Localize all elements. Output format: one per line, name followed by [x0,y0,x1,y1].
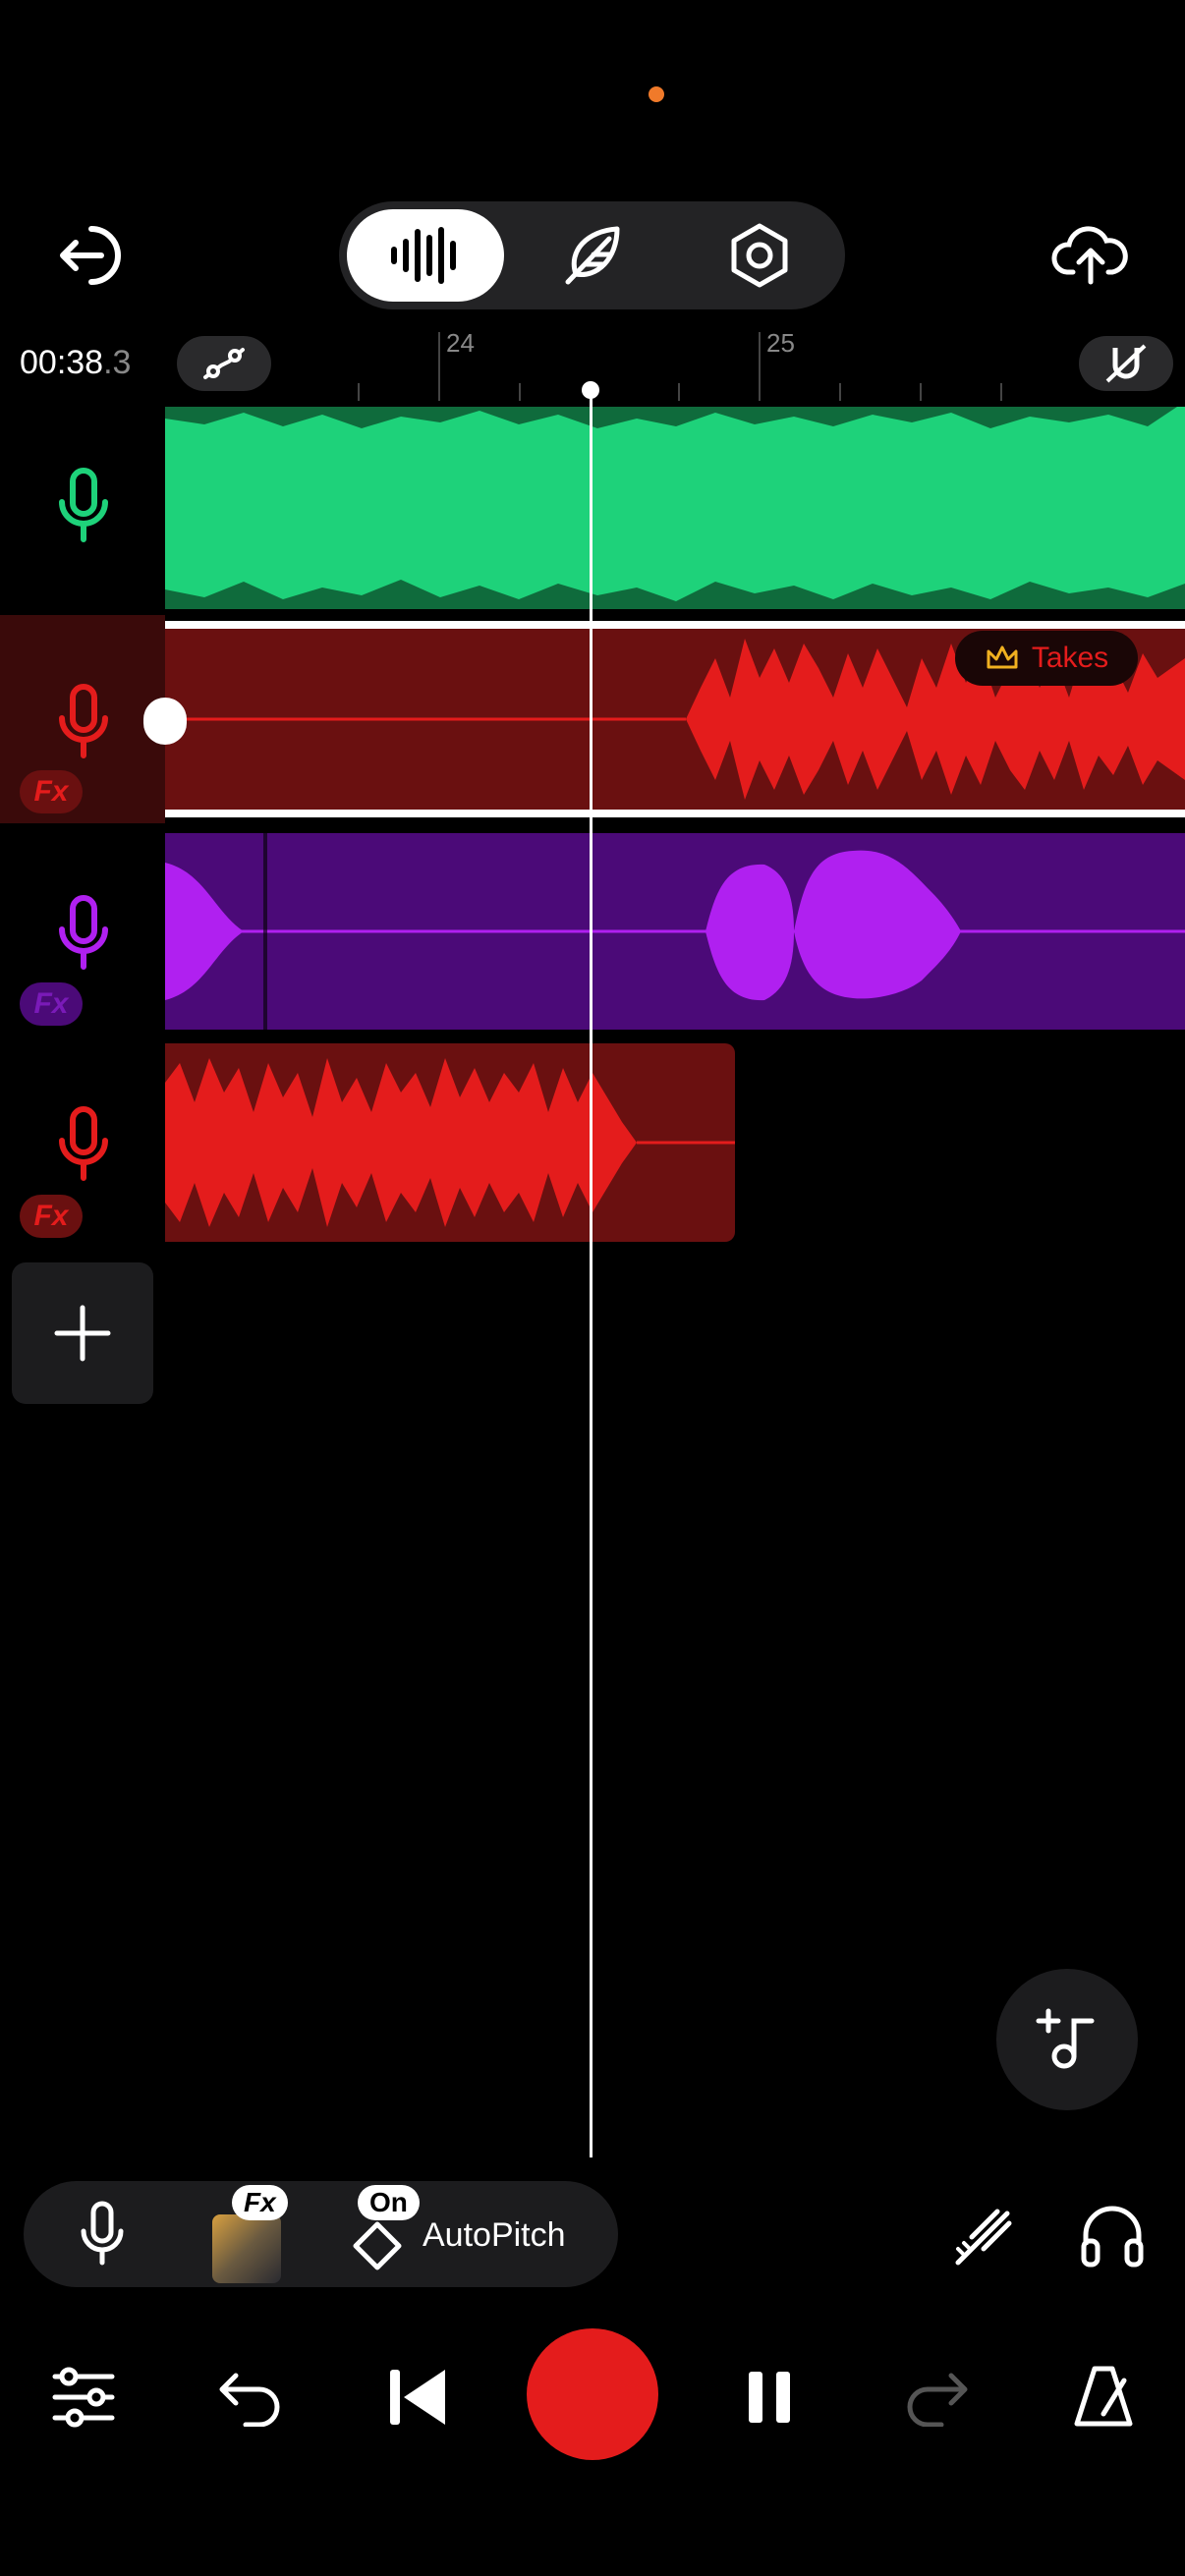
autopitch-button[interactable]: On AutoPitch [348,2181,613,2287]
ruler-tick [358,383,360,401]
ruler-label-24: 24 [446,328,475,358]
timeline-ruler[interactable]: 24 25 [295,324,1081,403]
track-2-clip[interactable]: Takes [143,621,1185,817]
track-3-waveform [165,833,1185,1030]
mic-icon [59,1106,108,1181]
record-button[interactable] [527,2328,658,2460]
track-4-fx-badge[interactable]: Fx [20,1195,83,1238]
ruler-tick [839,383,841,401]
ruler-tick-major [438,332,440,401]
track-1-mic-button[interactable] [39,462,128,550]
cloud-upload-icon [1051,226,1128,285]
ruler-label-25: 25 [766,328,795,358]
redo-button[interactable] [892,2353,981,2441]
track-3-mic-button[interactable] [39,889,128,978]
recording-indicator-dot [649,86,664,102]
autopitch-label: AutoPitch [423,2216,566,2254]
add-track-button[interactable] [12,1262,153,1404]
ruler-tick [1000,383,1002,401]
track-2-fx-badge[interactable]: Fx [20,770,83,813]
ruler-tick [920,383,922,401]
autopitch-on-badge: On [358,2185,420,2220]
time-display: 00:38.3 [20,344,131,382]
ruler-tick [678,383,680,401]
pause-button[interactable] [725,2353,814,2441]
add-music-button[interactable] [996,1969,1138,2110]
time-fraction: .3 [103,344,132,381]
mic-icon [59,468,108,542]
metronome-icon [1074,2366,1133,2427]
mic-icon [59,684,108,758]
skip-back-icon [390,2370,445,2425]
tuner-button[interactable] [943,2195,1026,2277]
track-2-mic-button[interactable] [39,678,128,766]
track-1-clip[interactable] [165,407,1185,609]
takes-button[interactable]: Takes [955,631,1138,686]
node-curve-icon [203,348,245,379]
track-3-clip[interactable] [165,833,1185,1030]
exit-button[interactable] [54,221,133,290]
snap-toggle-button[interactable] [1079,336,1173,391]
tuning-fork-icon [955,2209,1012,2266]
headphones-icon [1081,2206,1144,2268]
exit-icon [60,226,121,285]
undo-button[interactable] [206,2353,295,2441]
plus-icon [54,1305,111,1362]
fx-preset-thumbnail[interactable] [212,2214,281,2283]
tab-lyrics[interactable] [514,209,671,302]
mic-icon [81,2201,124,2266]
tab-waveform[interactable] [347,209,504,302]
time-main: 00:38 [20,344,104,381]
magnet-off-icon [1105,344,1147,383]
crown-icon [987,645,1018,669]
mixer-button[interactable] [39,2353,128,2441]
playhead[interactable] [590,389,592,2157]
view-tabs [339,201,845,309]
track-1-waveform [165,407,1185,609]
playhead-handle[interactable] [582,381,599,399]
metronome-button[interactable] [1059,2353,1148,2441]
ruler-tick-major [759,332,761,401]
skip-back-button[interactable] [373,2353,462,2441]
diamond-tag-icon [353,2221,402,2270]
track-4-clip[interactable] [165,1043,735,1242]
undo-icon [219,2373,280,2427]
takes-label: Takes [1031,642,1109,674]
cloud-upload-button[interactable] [1051,221,1130,290]
fx-badge: Fx [232,2185,288,2220]
tab-settings[interactable] [681,209,838,302]
automation-button[interactable] [177,336,271,391]
track-4-waveform [165,1058,735,1227]
sliders-icon [52,2367,115,2428]
track-3-fx-badge[interactable]: Fx [20,982,83,1026]
mic-icon [59,895,108,970]
ruler-tick [519,383,521,401]
pause-icon [749,2372,790,2423]
redo-icon [907,2373,968,2427]
clip-trim-handle[interactable] [143,698,187,745]
feather-icon [565,226,620,285]
input-mic-button[interactable] [63,2195,141,2273]
hexagon-settings-icon [731,223,788,288]
track-4-mic-button[interactable] [39,1100,128,1189]
headphones-button[interactable] [1071,2195,1154,2277]
input-bar: Fx On AutoPitch [24,2181,618,2287]
waveform-icon [391,227,456,284]
add-music-icon [1036,2008,1095,2069]
